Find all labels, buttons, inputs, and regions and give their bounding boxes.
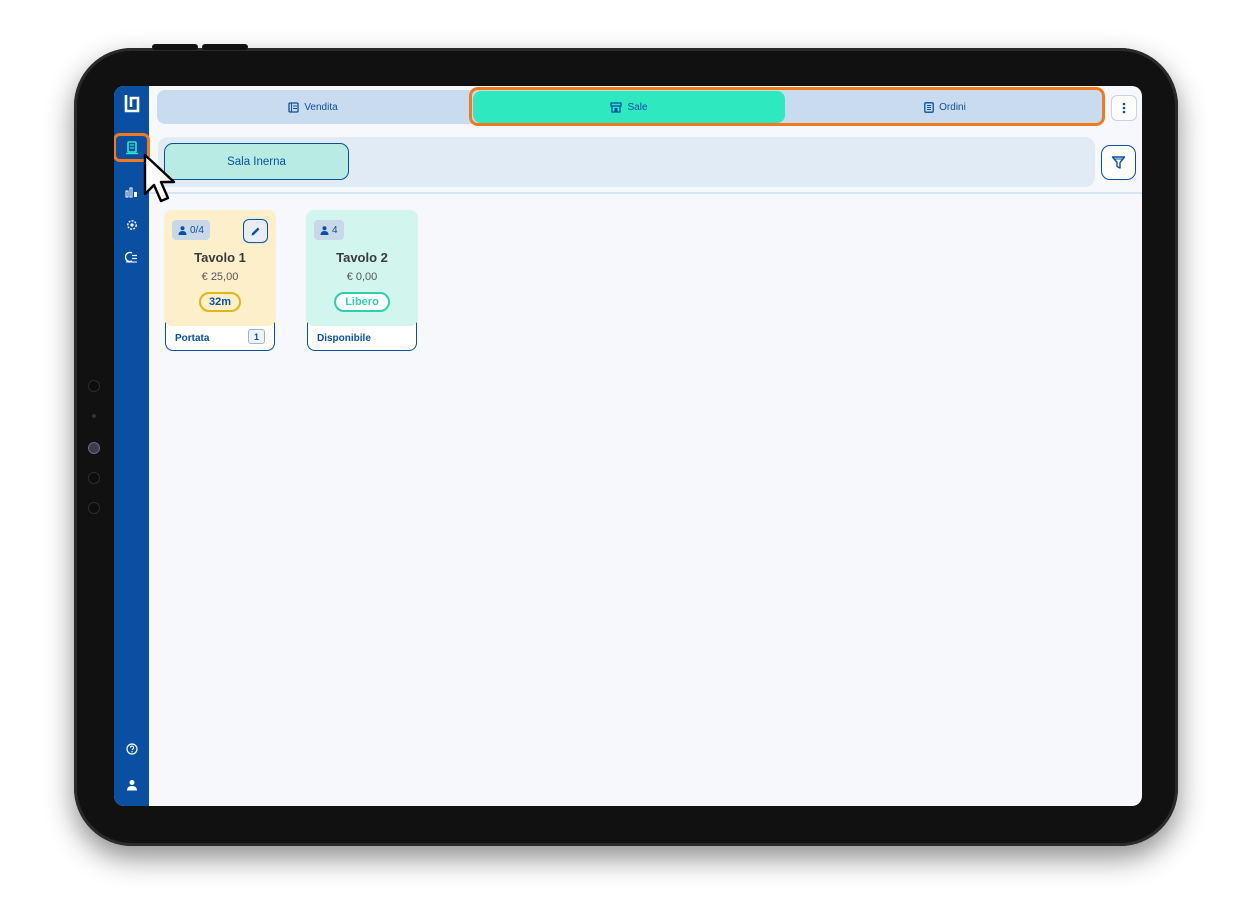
camera-icon: [88, 442, 100, 454]
availability-label: Disponibile: [317, 333, 371, 344]
help-icon: [125, 742, 138, 755]
highlight-box: [469, 87, 1105, 126]
sidebar-item-help[interactable]: [119, 736, 144, 761]
kebab-icon: [1122, 102, 1126, 114]
guests-badge: 4: [314, 220, 344, 240]
table-card-body[interactable]: 4 Tavolo 2 € 0,00 Libero: [306, 210, 418, 326]
sidebar-item-cash-register[interactable]: [119, 244, 144, 269]
table-card[interactable]: Disponibile 4 Tavolo 2 € 0,00 Libero: [306, 210, 418, 352]
device-button: [88, 380, 100, 392]
sidebar-item-user[interactable]: [119, 772, 144, 797]
receipt-icon: [125, 140, 138, 154]
filter-button[interactable]: [1101, 145, 1136, 180]
app-screen: Vendita Sale Ordini Sala Inerna Portata …: [114, 86, 1142, 806]
chart-icon: [125, 187, 137, 198]
table-card-body[interactable]: 0/4 Tavolo 1 € 25,00 32m: [164, 210, 276, 326]
elapsed-time-badge: 32m: [199, 292, 241, 312]
edit-button[interactable]: [243, 219, 268, 243]
divider: [149, 192, 1142, 194]
table-name: Tavolo 2: [336, 250, 388, 265]
register-icon: [288, 101, 299, 113]
course-count-badge: 1: [248, 329, 265, 344]
mouse-cursor-icon: [143, 153, 176, 203]
more-menu-button[interactable]: [1111, 95, 1137, 121]
course-label: Portata: [175, 333, 210, 344]
tab-vendita[interactable]: Vendita: [157, 90, 469, 124]
volume-button: [152, 44, 198, 50]
device-button: [88, 502, 100, 514]
gear-icon: [126, 219, 137, 230]
room-bar: Sala Inerna: [158, 137, 1095, 187]
volume-button: [202, 44, 248, 50]
guests-count: 0/4: [190, 224, 204, 236]
device-sensor: [92, 414, 96, 418]
app-logo-icon[interactable]: [119, 90, 144, 115]
sidebar-item-settings[interactable]: [119, 212, 144, 237]
table-name: Tavolo 1: [194, 250, 246, 265]
pencil-icon: [251, 227, 260, 235]
table-card[interactable]: Portata 1 0/4 Tavolo 1 € 25,00 32m: [164, 210, 276, 352]
tab-vendita-label: Vendita: [304, 101, 338, 113]
room-chip[interactable]: Sala Inerna: [164, 143, 349, 180]
table-total: € 25,00: [201, 271, 239, 283]
guests-count: 4: [332, 224, 338, 236]
guests-badge: 0/4: [172, 220, 210, 240]
table-total: € 0,00: [346, 271, 378, 283]
device-button: [88, 472, 100, 484]
person-icon: [320, 225, 329, 235]
user-icon: [126, 779, 137, 790]
filter-icon: [1111, 156, 1126, 169]
coin-icon: [125, 251, 137, 262]
status-badge: Libero: [334, 292, 390, 312]
person-icon: [178, 225, 187, 235]
